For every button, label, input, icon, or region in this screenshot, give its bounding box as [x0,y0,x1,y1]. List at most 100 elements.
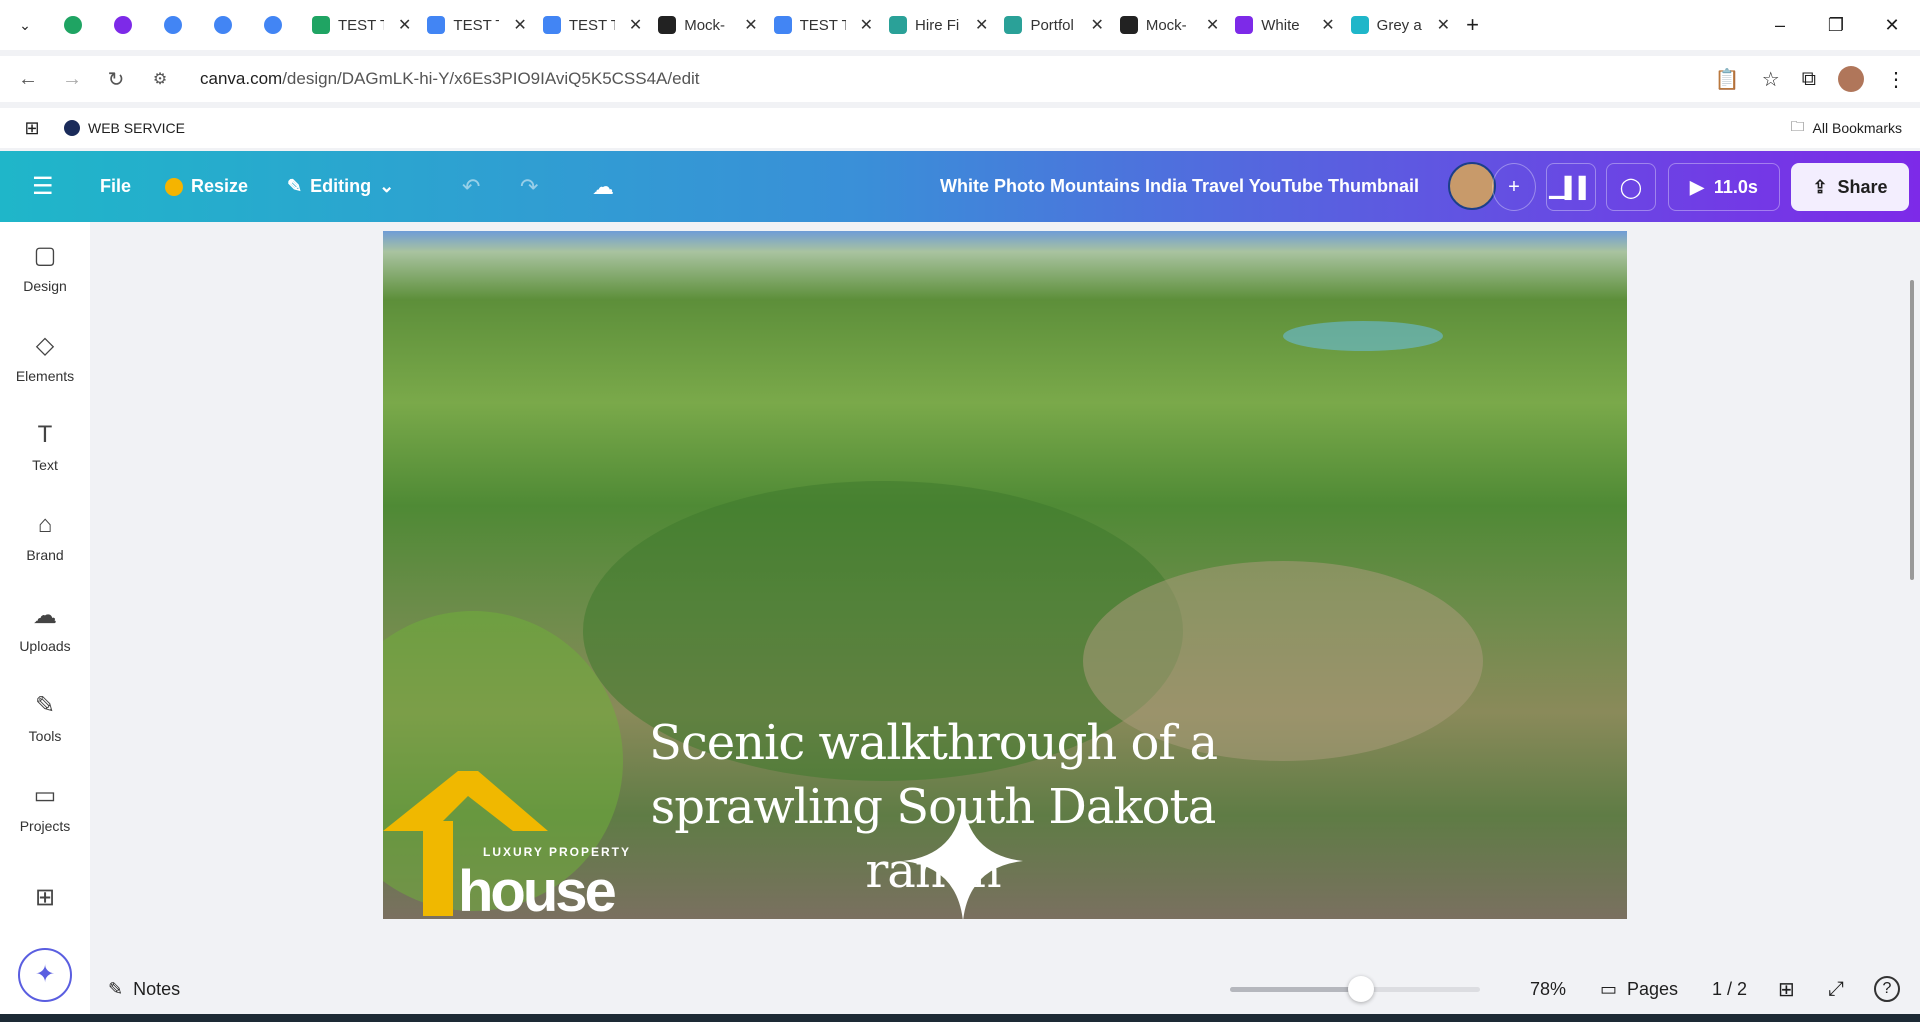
tab-close-icon[interactable]: ✕ [975,15,988,35]
site-info-icon[interactable]: ⚙ [138,69,182,89]
forward-icon[interactable]: → [50,68,94,91]
extensions-icon[interactable]: ⧉ [1802,68,1816,91]
browser-tab[interactable]: Mock- ✕ [1108,7,1219,43]
add-collaborator-button[interactable]: + [1492,163,1536,211]
tab-close-icon[interactable]: ✕ [1437,15,1450,35]
tab-favicon-icon [658,16,677,34]
zoom-level[interactable]: 78% [1530,979,1566,1000]
pencil-icon: ✎ [287,176,303,196]
tab-title: Grey a [1376,16,1422,34]
sidebar-item-label: Brand [26,547,64,563]
apps-icon[interactable]: ⊞ [0,118,64,139]
browser-tab[interactable]: Hire Fi ✕ [877,7,988,43]
sparkle-graphic [903,801,1023,919]
close-window-button[interactable]: ✕ [1864,15,1920,36]
collaborator-avatar[interactable] [1448,162,1496,210]
tab-close-icon[interactable]: ✕ [744,15,757,35]
tab-favicon-icon [214,16,232,34]
chevron-down-icon: ⌄ [379,176,395,196]
tab-search-icon[interactable]: ⌄ [0,17,50,34]
browser-tab[interactable] [200,7,246,43]
file-menu[interactable]: File [100,176,131,197]
tab-close-icon[interactable]: ✕ [629,15,642,35]
apps-icon: ⊞ [34,883,56,911]
resize-label: Resize [191,176,249,196]
sidebar-item-brand[interactable]: ⌂ Brand [0,492,90,582]
notes-button[interactable]: ✎ Notes [108,979,180,1000]
tab-close-icon[interactable]: ✕ [860,15,873,35]
sidebar-item-tools[interactable]: ✎ Tools [0,672,90,762]
globe-icon [64,120,80,136]
sidebar-item-more[interactable]: ⊞ [0,852,90,942]
browser-tab[interactable] [100,7,146,43]
tab-close-icon[interactable]: ✕ [1321,15,1334,35]
browser-tab[interactable]: Mock- ✕ [646,7,758,43]
reload-icon[interactable]: ↻ [94,67,138,92]
tab-close-icon[interactable]: ✕ [398,15,411,35]
bookmark-web-service[interactable]: WEB SERVICE [64,120,185,136]
browser-tab[interactable]: TEST T ✕ [762,7,873,43]
side-panel: ▢ Design ◇ Elements T Text ⌂ Brand ☁ Uploads ✎ Tool… [0,222,90,1022]
uploads-icon: ☁ [33,601,57,629]
browser-tab[interactable] [50,7,96,43]
tab-close-icon[interactable]: ✕ [1090,15,1103,35]
tab-favicon-icon [264,16,282,34]
new-tab-button[interactable]: + [1466,12,1479,38]
tab-title: TEST T [568,16,615,34]
tab-favicon-icon [889,16,908,34]
back-icon[interactable]: ← [6,68,50,91]
svg-text:LUXURY PROPERTY: LUXURY PROPERTY [483,845,631,859]
sidebar-item-design[interactable]: ▢ Design [0,222,90,312]
hamburger-menu-icon[interactable]: ☰ [32,172,54,201]
scrollbar[interactable] [1910,280,1914,580]
crown-icon [165,177,183,196]
minimize-button[interactable]: – [1752,15,1808,36]
design-canvas[interactable]: LUXURY PROPERTY house Scenic walkthrough… [383,231,1627,919]
browser-tab[interactable]: TEST T ✕ [531,7,642,43]
undo-icon[interactable]: ↶ [462,174,480,200]
tab-close-icon[interactable]: ✕ [1206,15,1219,35]
present-button[interactable]: ▶ 11.0s [1668,163,1780,211]
cloud-saved-icon[interactable]: ☁ [592,174,614,200]
url-input[interactable]: canva.com/design/DAGmLK-hi-Y/x6Es3PIO9IA… [200,69,700,89]
share-button[interactable]: ⇪ Share [1791,163,1909,211]
share-label: Share [1837,176,1888,197]
resize-button[interactable]: Resize [165,176,248,197]
star-icon[interactable]: ☆ [1762,67,1780,92]
browser-tab[interactable]: TEST T ✕ [300,7,411,43]
browser-tab[interactable]: TEST T ✕ [415,7,527,43]
tab-close-icon[interactable]: ✕ [513,15,526,35]
browser-tab[interactable]: Grey a ✕ [1339,7,1450,43]
sidebar-item-uploads[interactable]: ☁ Uploads [0,582,90,672]
clipboard-icon[interactable]: 📋 [1715,67,1740,92]
browser-tab[interactable] [150,7,196,43]
pages-button[interactable]: ▭ Pages [1600,979,1678,1000]
redo-icon[interactable]: ↷ [520,174,538,200]
tab-favicon-icon [1235,16,1254,34]
help-icon[interactable]: ? [1874,976,1900,1002]
magic-assistant-button[interactable]: ✦ [18,948,72,1002]
comments-button[interactable]: ◯ [1606,163,1656,211]
browser-tab[interactable]: White ✕ [1223,7,1335,43]
sidebar-item-projects[interactable]: ▭ Projects [0,762,90,852]
browser-tab[interactable] [250,7,296,43]
menu-icon[interactable]: ⋮ [1886,67,1906,92]
insights-button[interactable]: ▁▌▌ [1546,163,1596,211]
zoom-slider-knob[interactable] [1348,976,1374,1002]
upload-icon: ⇪ [1812,176,1828,197]
grid-view-icon[interactable]: ⊞ [1778,977,1795,1002]
url-host: canva.com [200,69,283,88]
sidebar-item-label: Text [32,457,58,473]
profile-avatar[interactable] [1838,66,1864,92]
editing-dropdown[interactable]: ✎ Editing ⌄ [287,176,394,197]
restore-button[interactable]: ❐ [1808,15,1864,36]
design-title[interactable]: White Photo Mountains India Travel YouTu… [940,176,1419,197]
browser-tab[interactable]: Portfol ✕ [992,7,1104,43]
all-bookmarks[interactable]: 🗀 All Bookmarks [1791,116,1902,140]
fullscreen-icon[interactable]: ⤢ [1828,978,1844,1001]
sidebar-item-elements[interactable]: ◇ Elements [0,312,90,402]
tab-title: TEST T [453,16,499,34]
sidebar-item-text[interactable]: T Text [0,402,90,492]
zoom-slider[interactable] [1230,976,1480,1002]
sidebar-item-label: Elements [15,367,75,384]
